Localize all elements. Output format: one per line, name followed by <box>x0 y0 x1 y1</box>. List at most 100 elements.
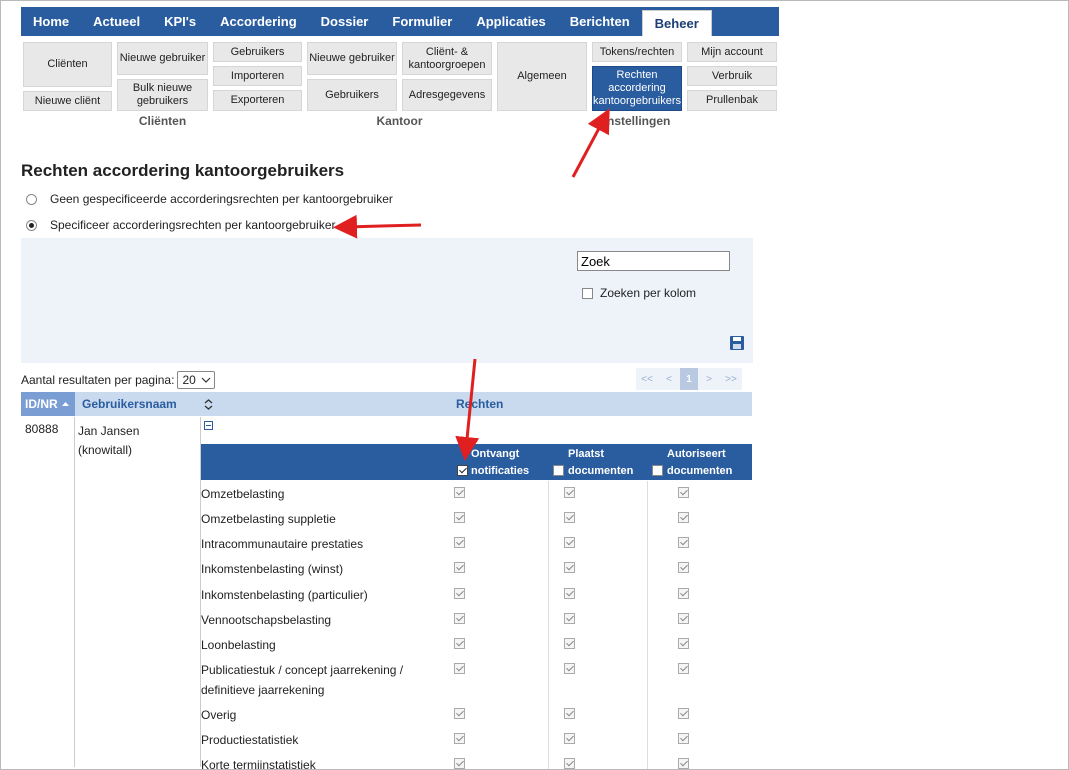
permission-checkbox[interactable] <box>564 512 576 524</box>
nav-formulier[interactable]: Formulier <box>380 7 464 36</box>
nav-home[interactable]: Home <box>21 7 81 36</box>
nav-actueel[interactable]: Actueel <box>81 7 152 36</box>
permission-label: Productiestatistiek <box>201 733 299 747</box>
permission-checkbox[interactable] <box>454 537 465 549</box>
autoriseert-all-checkbox[interactable] <box>652 464 663 476</box>
notificaties-line1: Ontvangt <box>471 448 520 460</box>
search-input[interactable] <box>577 251 730 271</box>
rights-col-plaatst[interactable]: Plaatst documenten <box>553 446 633 480</box>
ribbon-tokens-rechten-button[interactable]: Tokens/rechten <box>592 42 682 62</box>
pager-prev-button[interactable]: < <box>658 368 680 390</box>
option-none-row[interactable]: Geen gespecificeerde accorderingsrechten… <box>26 192 393 206</box>
ribbon-rechten-accordering-button[interactable]: Rechten accordering kantoorgebruikers <box>592 66 682 111</box>
ribbon-nieuwe-client-button[interactable]: Nieuwe cliënt <box>23 91 112 111</box>
nav-kpis[interactable]: KPI's <box>152 7 208 36</box>
ribbon-exporteren-button[interactable]: Exporteren <box>213 90 302 111</box>
col-username-header[interactable]: Gebruikersnaam <box>75 397 251 411</box>
option-specify-row[interactable]: Specificeer accorderingsrechten per kant… <box>26 218 336 232</box>
plaatst-all-checkbox[interactable] <box>553 464 564 476</box>
permission-checkbox[interactable] <box>564 613 576 625</box>
ribbon-kantoor-gebruikers-button[interactable]: Gebruikers <box>307 79 397 111</box>
pager-next-button[interactable]: > <box>698 368 720 390</box>
permission-checkbox[interactable] <box>564 733 576 745</box>
permission-checkbox[interactable] <box>564 708 576 720</box>
pager-first-button[interactable]: << <box>636 368 658 390</box>
permission-checkbox[interactable] <box>564 562 576 574</box>
permission-checkbox[interactable] <box>454 638 465 650</box>
ribbon-prullenbak-button[interactable]: Prullenbak <box>687 90 777 111</box>
permission-checkbox[interactable] <box>454 512 465 524</box>
permission-checkbox[interactable] <box>677 487 689 499</box>
save-icon[interactable] <box>730 336 744 350</box>
permission-checkbox[interactable] <box>564 758 576 769</box>
permission-checkbox[interactable] <box>677 733 689 745</box>
permission-checkbox[interactable] <box>677 512 689 524</box>
permission-checkbox[interactable] <box>564 487 576 499</box>
ribbon-bulk-nieuwe-gebruikers-button[interactable]: Bulk nieuwe gebruikers <box>117 79 208 111</box>
row-id: 80888 <box>25 422 59 436</box>
permission-checkbox[interactable] <box>454 562 465 574</box>
option-none-radio[interactable] <box>26 193 37 205</box>
search-per-column-checkbox[interactable] <box>582 287 593 299</box>
per-page-select[interactable]: 20 <box>177 371 216 389</box>
permission-checkbox[interactable] <box>454 663 465 675</box>
arrow-to-specify-option <box>333 214 422 239</box>
permission-checkbox[interactable] <box>677 588 689 600</box>
permission-checkbox[interactable] <box>677 638 689 650</box>
col-divider <box>548 481 549 769</box>
permission-checkbox[interactable] <box>454 588 465 600</box>
permission-checkbox[interactable] <box>677 562 689 574</box>
ribbon-verbruik-button[interactable]: Verbruik <box>687 66 777 86</box>
search-per-column-row[interactable]: Zoeken per kolom <box>582 286 696 300</box>
rights-col-autoriseert[interactable]: Autoriseert documenten <box>652 446 732 480</box>
permission-row: Intracommunautaire prestaties <box>201 534 689 551</box>
ribbon-nieuwe-gebruiker-button[interactable]: Nieuwe gebruiker <box>117 42 208 75</box>
permission-row: Loonbelasting <box>201 635 689 652</box>
permission-checkbox[interactable] <box>454 613 465 625</box>
permission-checkbox[interactable] <box>677 663 689 675</box>
permission-checkbox[interactable] <box>677 613 689 625</box>
ribbon-client-kantoorgroepen-button[interactable]: Cliënt- & kantoorgroepen <box>402 42 492 75</box>
ribbon-mijn-account-button[interactable]: Mijn account <box>687 42 777 62</box>
col-id-header[interactable]: ID/NR <box>21 392 75 416</box>
ribbon-clienten-button[interactable]: Cliënten <box>23 42 112 87</box>
permission-row: Overig <box>201 705 689 722</box>
ribbon-group-label-clienten: Cliënten <box>138 114 187 128</box>
ribbon-importeren-button[interactable]: Importeren <box>213 66 302 86</box>
rights-subheader: Ontvangt notificaties Plaatst documenten A… <box>201 444 752 480</box>
option-specify-radio[interactable] <box>26 219 37 231</box>
collapse-icon[interactable] <box>204 421 213 430</box>
permission-checkbox[interactable] <box>454 758 465 769</box>
pagination: << < 1 > >> <box>636 368 742 390</box>
rights-col-notificaties[interactable]: Ontvangt notificaties <box>457 446 529 480</box>
nav-applicaties[interactable]: Applicaties <box>464 7 557 36</box>
permission-checkbox[interactable] <box>454 733 465 745</box>
permission-checkbox[interactable] <box>564 663 576 675</box>
ribbon-toolbar: Cliënten Nieuwe cliënt Nieuwe gebruiker … <box>21 39 779 135</box>
row-name: Jan Jansen (knowitall) <box>78 422 139 460</box>
row-fullname: Jan Jansen <box>78 424 140 438</box>
plaatst-line2: documenten <box>568 465 634 477</box>
permission-checkbox[interactable] <box>564 588 576 600</box>
permission-checkbox[interactable] <box>564 638 576 650</box>
nav-beheer[interactable]: Beheer <box>641 10 712 36</box>
ribbon-kantoor-nieuwe-gebruiker-button[interactable]: Nieuwe gebruiker <box>307 42 397 75</box>
nav-accordering[interactable]: Accordering <box>208 7 309 36</box>
notificaties-line2: notificaties <box>471 465 530 477</box>
permission-label: Omzetbelasting <box>201 487 285 501</box>
ribbon-algemeen-button[interactable]: Algemeen <box>497 42 587 111</box>
permission-checkbox[interactable] <box>454 487 465 499</box>
permission-checkbox[interactable] <box>677 758 689 769</box>
permission-checkbox[interactable] <box>454 708 465 720</box>
nav-dossier[interactable]: Dossier <box>309 7 381 36</box>
permission-checkbox[interactable] <box>677 708 689 720</box>
notificaties-all-checkbox[interactable] <box>457 464 468 476</box>
nav-berichten[interactable]: Berichten <box>558 7 642 36</box>
pager-page-1[interactable]: 1 <box>680 368 698 390</box>
pager-last-button[interactable]: >> <box>720 368 742 390</box>
ribbon-adresgegevens-button[interactable]: Adresgegevens <box>402 79 492 111</box>
permission-checkbox[interactable] <box>564 537 576 549</box>
ribbon-gebruikers-button[interactable]: Gebruikers <box>213 42 302 62</box>
permission-checkbox[interactable] <box>677 537 689 549</box>
results-per-page: Aantal resultaten per pagina: 20 <box>21 371 216 389</box>
